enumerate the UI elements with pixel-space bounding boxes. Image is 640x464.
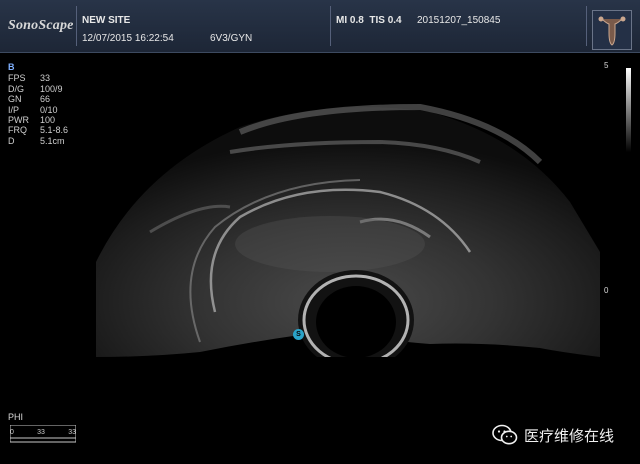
param-row: I/P 0/10 [8, 105, 68, 115]
ultrasound-image[interactable] [0, 52, 640, 422]
param-row: PWR 100 [8, 115, 68, 125]
param-key: PWR [8, 115, 29, 126]
organ-thumbnail[interactable] [592, 10, 632, 50]
grayscale-bar [626, 68, 631, 152]
param-key: FPS [8, 73, 26, 84]
phi-tick: 33 [68, 429, 76, 436]
param-value: 66 [40, 94, 51, 105]
depth-scale-zero: 0 [604, 286, 609, 295]
param-row: FRQ 5.1-8.6 [8, 125, 68, 135]
brand-logo: SonoScape [8, 18, 74, 33]
sector-scan [96, 103, 600, 422]
divider [330, 6, 331, 46]
param-row: FPS 33 [8, 73, 68, 83]
site-name: NEW SITE [82, 15, 131, 26]
param-key: D/G [8, 83, 25, 94]
imaging-mode: B [8, 62, 15, 72]
exam-datetime: 12/07/2015 16:22:54 [82, 33, 174, 44]
watermark-text: 医疗维修在线 [524, 426, 615, 445]
uterus-icon [598, 16, 626, 46]
param-row: D/G 100/9 [8, 84, 68, 94]
divider [586, 6, 587, 46]
param-value: 5.1-8.6 [40, 125, 69, 136]
tis-value: TIS 0.4 [369, 15, 402, 26]
acoustic-indices: MI 0.8 TIS 0.4 [336, 15, 402, 26]
param-key: I/P [8, 104, 20, 115]
mi-value: MI 0.8 [336, 15, 364, 26]
param-value: 5.1cm [40, 135, 65, 146]
imaging-parameters: B FPS 33 D/G 100/9 GN 66 I/P 0/10 PWR 100 FRQ… [8, 62, 68, 146]
study-id: 20151207_150845 [417, 15, 501, 26]
divider [76, 6, 77, 46]
probe-preset: 6V3/GYN [210, 33, 253, 44]
param-row: D 5.1cm [8, 136, 68, 146]
focus-marker[interactable]: S [293, 329, 304, 340]
phi-ticks: 0 33 33 [10, 429, 76, 436]
param-row: GN 66 [8, 94, 68, 104]
param-key: GN [8, 94, 22, 105]
param-value: 33 [40, 73, 51, 84]
wechat-icon [492, 424, 518, 445]
param-value: 100/9 [40, 83, 63, 94]
header-bar: SonoScape NEW SITE 12/07/2015 16:22:54 6… [0, 0, 640, 53]
param-key: D [8, 135, 15, 146]
phi-tick: 33 [37, 429, 45, 436]
param-value: 100 [40, 115, 56, 126]
depth-scale-top: 5 [604, 61, 609, 70]
param-key: FRQ [8, 125, 27, 136]
phi-tick: 0 [10, 429, 14, 436]
watermark: 医疗维修在线 [492, 424, 614, 446]
param-value: 0/10 [40, 104, 58, 115]
phi-label: PHI [8, 412, 24, 422]
